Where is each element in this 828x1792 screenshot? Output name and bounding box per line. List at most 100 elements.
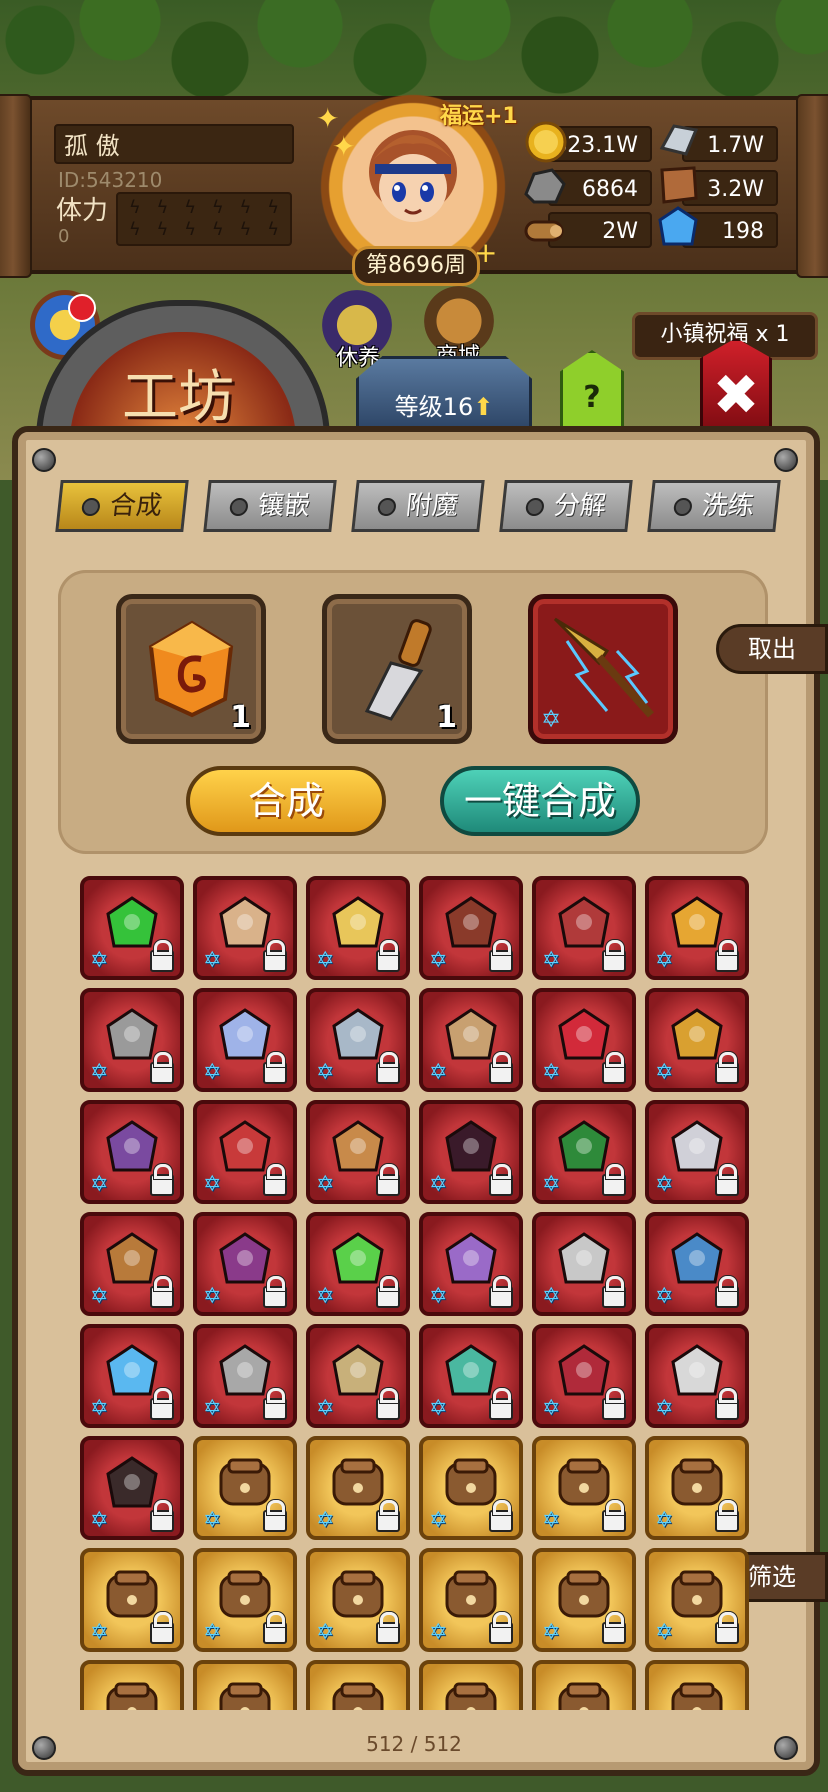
lock-icon[interactable] xyxy=(263,1612,287,1644)
inventory-item[interactable]: ✡ xyxy=(645,1212,749,1316)
inventory-item[interactable]: ✡ xyxy=(419,1436,523,1540)
inventory-item[interactable]: ✡ xyxy=(645,1548,749,1652)
tab-decompose[interactable]: 分解 xyxy=(499,480,633,532)
lock-icon[interactable] xyxy=(715,1388,739,1420)
inventory-item[interactable]: ✡ xyxy=(419,1548,523,1652)
inventory-item[interactable]: ✡ xyxy=(306,1548,410,1652)
inventory-item[interactable]: ✡ xyxy=(193,1660,297,1710)
lock-icon[interactable] xyxy=(489,940,513,972)
inventory-item[interactable]: ✡ xyxy=(419,1100,523,1204)
inventory-item[interactable]: ✡ xyxy=(80,1212,184,1316)
take-out-button[interactable]: 取出 xyxy=(716,624,828,674)
lock-icon[interactable] xyxy=(602,1612,626,1644)
inventory-item[interactable]: ✡ xyxy=(532,1324,636,1428)
inventory-item[interactable]: ✡ xyxy=(193,988,297,1092)
close-button[interactable]: ✖ xyxy=(700,338,772,440)
inventory-item[interactable]: ✡ xyxy=(645,1660,749,1710)
inventory-item[interactable]: ✡ xyxy=(80,1100,184,1204)
lock-icon[interactable] xyxy=(150,1276,174,1308)
material-slot-1[interactable]: 1 xyxy=(116,594,266,744)
inventory-item[interactable]: ✡ xyxy=(532,1548,636,1652)
lock-icon[interactable] xyxy=(263,1500,287,1532)
inventory-item[interactable]: ✡ xyxy=(306,1100,410,1204)
lock-icon[interactable] xyxy=(715,1164,739,1196)
inventory-item[interactable]: ✡ xyxy=(645,1436,749,1540)
lock-icon[interactable] xyxy=(150,1164,174,1196)
inventory-item[interactable]: ✡ xyxy=(645,1324,749,1428)
inventory-item[interactable]: ✡ xyxy=(645,876,749,980)
lock-icon[interactable] xyxy=(602,1388,626,1420)
lock-icon[interactable] xyxy=(376,1164,400,1196)
inventory-item[interactable]: ✡ xyxy=(80,988,184,1092)
tab-compose[interactable]: 合成 xyxy=(55,480,189,532)
inventory-item[interactable]: ✡ xyxy=(80,1324,184,1428)
lock-icon[interactable] xyxy=(150,1052,174,1084)
lock-icon[interactable] xyxy=(489,1500,513,1532)
lock-icon[interactable] xyxy=(602,1052,626,1084)
inventory-item[interactable]: ✡ xyxy=(306,1324,410,1428)
lock-icon[interactable] xyxy=(715,1500,739,1532)
lock-icon[interactable] xyxy=(150,1500,174,1532)
inventory-item[interactable]: ✡ xyxy=(80,876,184,980)
lock-icon[interactable] xyxy=(150,1388,174,1420)
player-name[interactable]: 孤 傲 xyxy=(54,124,294,164)
lock-icon[interactable] xyxy=(376,1500,400,1532)
inventory-item[interactable]: ✡ xyxy=(532,1660,636,1710)
inventory-item[interactable]: ✡ xyxy=(532,1436,636,1540)
lock-icon[interactable] xyxy=(263,1164,287,1196)
one-key-compose-button[interactable]: 一键合成 xyxy=(440,766,640,836)
inventory-item[interactable]: ✡ xyxy=(306,876,410,980)
tab-enchant[interactable]: 附魔 xyxy=(351,480,485,532)
lock-icon[interactable] xyxy=(715,1052,739,1084)
lock-icon[interactable] xyxy=(489,1388,513,1420)
inventory-item[interactable]: ✡ xyxy=(419,876,523,980)
lock-icon[interactable] xyxy=(489,1612,513,1644)
tab-reforge[interactable]: 洗练 xyxy=(647,480,781,532)
inventory-item[interactable]: ✡ xyxy=(306,1436,410,1540)
inventory-item[interactable]: ✡ xyxy=(193,876,297,980)
lock-icon[interactable] xyxy=(602,1276,626,1308)
tab-inlay[interactable]: 镶嵌 xyxy=(203,480,337,532)
level-tab[interactable]: 等级16⬆ xyxy=(356,356,532,432)
inventory-item[interactable]: ✡ xyxy=(645,988,749,1092)
inventory-item[interactable]: ✡ xyxy=(193,1212,297,1316)
inventory-item[interactable]: ✡ xyxy=(193,1324,297,1428)
inventory-item[interactable]: ✡ xyxy=(193,1548,297,1652)
inventory-item[interactable]: ✡ xyxy=(532,1100,636,1204)
lock-icon[interactable] xyxy=(376,1388,400,1420)
inventory-item[interactable]: ✡ xyxy=(419,1212,523,1316)
result-slot[interactable]: ✡ xyxy=(528,594,678,744)
inventory-item[interactable]: ✡ xyxy=(532,876,636,980)
inventory-item[interactable]: ✡ xyxy=(193,1436,297,1540)
lock-icon[interactable] xyxy=(263,1276,287,1308)
inventory-item[interactable]: ✡ xyxy=(532,988,636,1092)
lock-icon[interactable] xyxy=(489,1276,513,1308)
lock-icon[interactable] xyxy=(715,940,739,972)
lock-icon[interactable] xyxy=(715,1612,739,1644)
inventory-item[interactable]: ✡ xyxy=(419,1324,523,1428)
inventory-item[interactable]: ✡ xyxy=(306,1212,410,1316)
inventory-item[interactable]: ✡ xyxy=(645,1100,749,1204)
inventory-item[interactable]: ✡ xyxy=(532,1212,636,1316)
material-slot-2[interactable]: 1 xyxy=(322,594,472,744)
lock-icon[interactable] xyxy=(376,1276,400,1308)
inventory-item[interactable]: ✡ xyxy=(80,1436,184,1540)
compose-button[interactable]: 合成 xyxy=(186,766,386,836)
inventory-item[interactable]: ✡ xyxy=(80,1548,184,1652)
lock-icon[interactable] xyxy=(263,940,287,972)
lock-icon[interactable] xyxy=(715,1276,739,1308)
lock-icon[interactable] xyxy=(263,1052,287,1084)
lock-icon[interactable] xyxy=(602,1164,626,1196)
inventory-item[interactable]: ✡ xyxy=(193,1100,297,1204)
lock-icon[interactable] xyxy=(602,1500,626,1532)
lock-icon[interactable] xyxy=(263,1388,287,1420)
lock-icon[interactable] xyxy=(376,1612,400,1644)
lock-icon[interactable] xyxy=(376,1052,400,1084)
lock-icon[interactable] xyxy=(489,1052,513,1084)
inventory-item[interactable]: ✡ xyxy=(306,1660,410,1710)
inventory-item[interactable]: ✡ xyxy=(306,988,410,1092)
inventory-item[interactable]: ✡ xyxy=(419,1660,523,1710)
inventory-item[interactable]: ✡ xyxy=(80,1660,184,1710)
lock-icon[interactable] xyxy=(489,1164,513,1196)
lock-icon[interactable] xyxy=(602,940,626,972)
